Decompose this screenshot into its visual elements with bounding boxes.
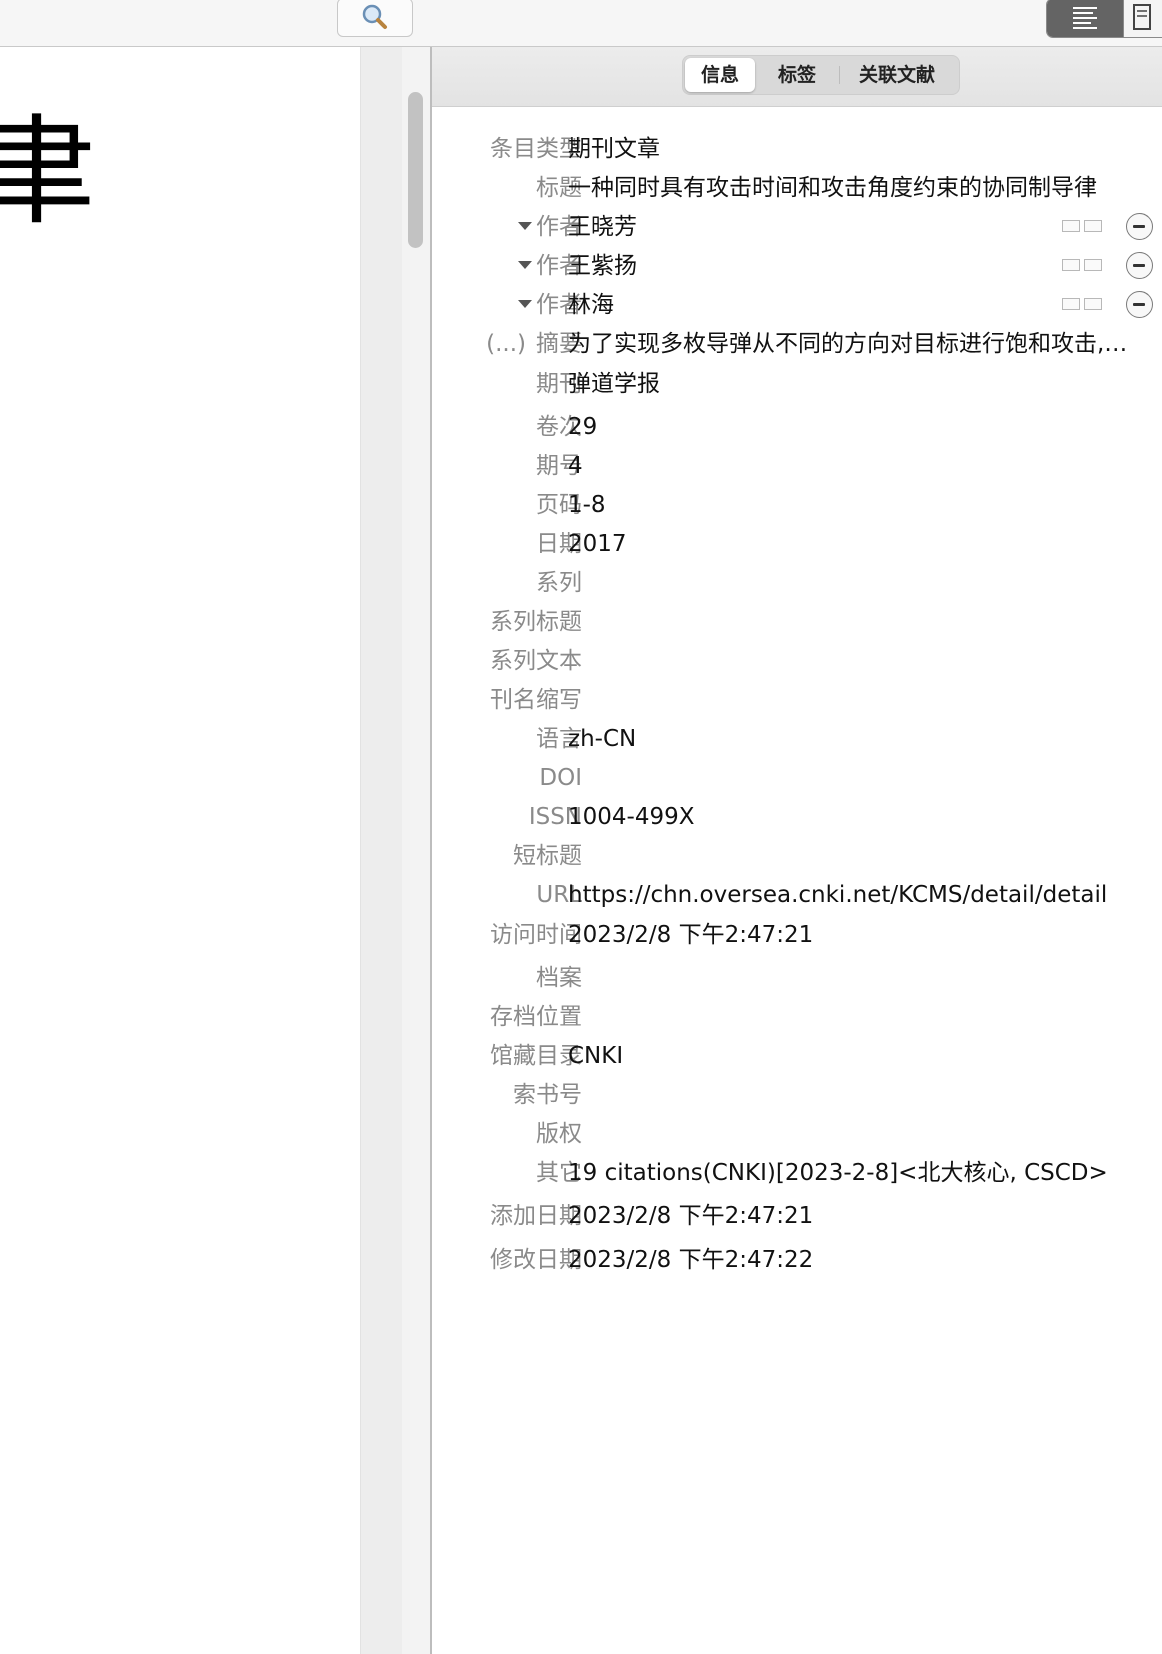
field-series-text: 系列文本 <box>432 642 1162 680</box>
issn-value[interactable]: 1004-499X <box>568 798 695 836</box>
field-volume: 卷次 29 <box>432 408 1162 446</box>
field-creator-3: 作者 林海 <box>432 286 1162 324</box>
document-margin <box>360 47 403 1654</box>
field-pages: 页码 1-8 <box>432 486 1162 524</box>
remove-creator-icon[interactable] <box>1126 213 1153 240</box>
title-value[interactable]: 一种同时具有攻击时间和攻击角度约束的协同制导律 <box>568 169 1097 207</box>
field-language: 语言 zh-CN <box>432 720 1162 758</box>
field-label: DOI <box>539 765 582 791</box>
item-type-value[interactable]: 期刊文章 <box>568 130 660 168</box>
extra-value[interactable]: 19 citations(CNKI)[2023-2-8]<北大核心, CSCD> <box>568 1154 1108 1192</box>
magnifier-icon <box>362 4 387 29</box>
journal-value[interactable]: 弹道学报 <box>568 365 660 403</box>
item-info-pane: 信息 标签 关联文献 条目类型 期刊文章 标题 一种同时具有攻击时间和攻击角度约… <box>432 47 1162 1654</box>
pages-value[interactable]: 1-8 <box>568 486 606 524</box>
field-date: 日期 2017 <box>432 525 1162 563</box>
abstract-value[interactable]: 为了实现多枚导弹从不同的方向对目标进行饱和攻击,… <box>568 325 1127 363</box>
item-pane-header: 信息 标签 关联文献 <box>432 47 1162 107</box>
field-journal-abbr: 刊名缩写 <box>432 681 1162 719</box>
tab-tags[interactable]: 标签 <box>755 58 839 92</box>
library-catalog-value[interactable]: CNKI <box>568 1037 623 1075</box>
field-title: 标题 一种同时具有攻击时间和攻击角度约束的协同制导律 <box>432 169 1162 207</box>
toolbar <box>0 0 1162 47</box>
field-label: 系列 <box>536 570 582 596</box>
remove-creator-icon[interactable] <box>1126 252 1153 279</box>
remove-creator-icon[interactable] <box>1126 291 1153 318</box>
date-value[interactable]: 2017 <box>568 525 627 563</box>
volume-value[interactable]: 29 <box>568 408 597 446</box>
name-mode-switch-icon[interactable] <box>1062 298 1104 312</box>
tab-related[interactable]: 关联文献 <box>839 58 955 92</box>
field-call-number: 索书号 <box>432 1076 1162 1114</box>
field-series-title: 系列标题 <box>432 603 1162 641</box>
name-mode-switch-icon[interactable] <box>1062 220 1104 234</box>
date-modified-value: 2023/2/8 下午2:47:22 <box>568 1247 814 1273</box>
field-label: 版权 <box>536 1121 582 1147</box>
field-creator-1: 作者 王晓芳 <box>432 208 1162 246</box>
creator-name-value[interactable]: 林海 <box>568 286 614 324</box>
document-view-button[interactable] <box>1123 0 1162 37</box>
field-label: 存档位置 <box>490 1004 582 1030</box>
field-label: 档案 <box>536 965 582 991</box>
document-pane: 聿 <box>0 47 360 1654</box>
field-label: 短标题 <box>513 843 582 869</box>
search-button[interactable] <box>337 0 413 37</box>
scrollbar-thumb[interactable] <box>408 92 423 248</box>
field-rights: 版权 <box>432 1115 1162 1153</box>
field-date-added: 添加日期 2023/2/8 下午2:47:21 <box>432 1197 1162 1235</box>
accessed-value[interactable]: 2023/2/8 下午2:47:21 <box>568 916 813 954</box>
field-short-title: 短标题 <box>432 837 1162 875</box>
field-doi: DOI <box>432 759 1162 797</box>
field-label: 系列文本 <box>490 648 582 674</box>
field-archive-location: 存档位置 <box>432 998 1162 1036</box>
scrollbar-track[interactable] <box>402 47 430 1654</box>
disclosure-triangle-icon <box>518 260 532 269</box>
list-view-icon <box>1073 7 1097 29</box>
field-library-catalog: 馆藏目录 CNKI <box>432 1037 1162 1075</box>
field-extra: 其它 19 citations(CNKI)[2023-2-8]<北大核心, CS… <box>432 1154 1162 1192</box>
field-archive: 档案 <box>432 959 1162 997</box>
disclosure-triangle-icon <box>518 221 532 230</box>
field-accessed: 访问时间 2023/2/8 下午2:47:21 <box>432 916 1162 954</box>
field-url: URL https://chn.oversea.cnki.net/KCMS/de… <box>432 876 1162 914</box>
field-creator-2: 作者 王紫扬 <box>432 247 1162 285</box>
name-mode-switch-icon[interactable] <box>1062 259 1104 273</box>
language-value[interactable]: zh-CN <box>568 720 636 758</box>
url-value[interactable]: https://chn.oversea.cnki.net/KCMS/detail… <box>568 876 1107 914</box>
document-view-icon <box>1133 4 1151 30</box>
date-added-value: 2023/2/8 下午2:47:21 <box>568 1203 814 1229</box>
view-mode-switch[interactable] <box>1046 0 1162 38</box>
item-pane-tabs: 信息 标签 关联文献 <box>682 55 960 95</box>
creator-name-value[interactable]: 王晓芳 <box>568 208 637 246</box>
list-view-button[interactable] <box>1047 0 1123 37</box>
disclosure-triangle-icon <box>518 299 532 308</box>
field-series: 系列 <box>432 564 1162 602</box>
field-issue: 期号 4 <box>432 447 1162 485</box>
field-abstract: (...) 摘要 为了实现多枚导弹从不同的方向对目标进行饱和攻击,… <box>432 325 1162 363</box>
field-label: 索书号 <box>513 1082 582 1108</box>
creator-name-value[interactable]: 王紫扬 <box>568 247 637 285</box>
document-text-fragment: 聿 <box>0 103 97 241</box>
field-date-modified: 修改日期 2023/2/8 下午2:47:22 <box>432 1241 1162 1279</box>
field-label: 系列标题 <box>490 609 582 635</box>
field-issn: ISSN 1004-499X <box>432 798 1162 836</box>
field-label: 刊名缩写 <box>490 687 582 713</box>
field-item-type: 条目类型 期刊文章 <box>432 130 1162 168</box>
tab-info[interactable]: 信息 <box>685 58 755 92</box>
field-journal: 期刊 弹道学报 <box>432 365 1162 403</box>
expand-abstract-toggle[interactable]: (...) <box>486 331 526 357</box>
issue-value[interactable]: 4 <box>568 447 583 485</box>
